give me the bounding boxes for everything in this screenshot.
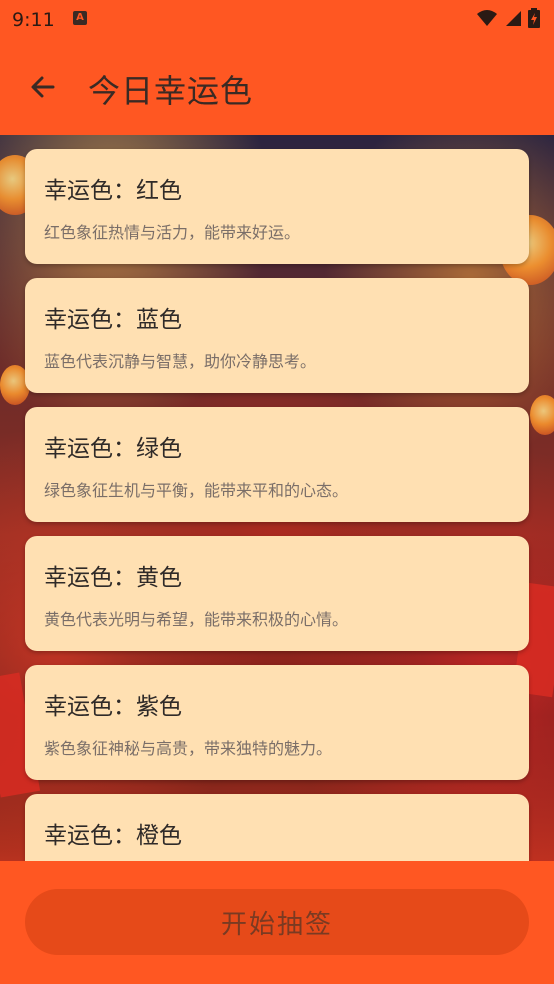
card-description: 绿色象征生机与平衡，能带来平和的心态。 xyxy=(44,481,349,500)
card-title: 幸运色：紫色 xyxy=(44,694,182,720)
lucky-color-card-green[interactable]: 幸运色：绿色 绿色象征生机与平衡，能带来平和的心态。 xyxy=(25,407,529,522)
card-description: 黄色代表光明与希望，能带来积极的心情。 xyxy=(44,610,349,629)
card-title: 幸运色：蓝色 xyxy=(44,307,182,333)
page-title: 今日幸运色 xyxy=(88,72,254,110)
lucky-color-card-orange[interactable]: 幸运色：橙色 xyxy=(25,794,529,861)
lucky-color-card-purple[interactable]: 幸运色：紫色 紫色象征神秘与高贵，带来独特的魅力。 xyxy=(25,665,529,780)
status-bar: 9:11 A xyxy=(0,0,554,38)
card-title: 幸运色：黄色 xyxy=(44,565,182,591)
card-description: 紫色象征神秘与高贵，带来独特的魅力。 xyxy=(44,739,333,758)
back-button[interactable] xyxy=(24,68,62,106)
card-title: 幸运色：红色 xyxy=(44,178,182,204)
notification-icon: A xyxy=(73,11,87,25)
battery-icon xyxy=(528,8,540,28)
bottom-bar: 开始抽签 xyxy=(0,861,554,984)
lucky-color-card-blue[interactable]: 幸运色：蓝色 蓝色代表沉静与智慧，助你冷静思考。 xyxy=(25,278,529,393)
card-description: 红色象征热情与活力，能带来好运。 xyxy=(44,223,301,242)
lucky-color-card-yellow[interactable]: 幸运色：黄色 黄色代表光明与希望，能带来积极的心情。 xyxy=(25,536,529,651)
app-bar: 今日幸运色 xyxy=(0,38,554,135)
card-title: 幸运色：绿色 xyxy=(44,436,182,462)
signal-icon xyxy=(506,11,521,26)
card-description: 蓝色代表沉静与智慧，助你冷静思考。 xyxy=(44,352,317,371)
status-time: 9:11 xyxy=(12,9,55,31)
lucky-color-card-red[interactable]: 幸运色：红色 红色象征热情与活力，能带来好运。 xyxy=(25,149,529,264)
start-draw-button[interactable]: 开始抽签 xyxy=(25,889,529,955)
arrow-left-icon xyxy=(31,76,55,98)
lucky-color-list: 幸运色：红色 红色象征热情与活力，能带来好运。 幸运色：蓝色 蓝色代表沉静与智慧… xyxy=(25,149,529,861)
wifi-icon xyxy=(477,10,497,26)
lucky-color-list-area[interactable]: 幸运色：红色 红色象征热情与活力，能带来好运。 幸运色：蓝色 蓝色代表沉静与智慧… xyxy=(0,135,554,861)
status-icons xyxy=(476,8,540,28)
card-title: 幸运色：橙色 xyxy=(44,823,182,849)
